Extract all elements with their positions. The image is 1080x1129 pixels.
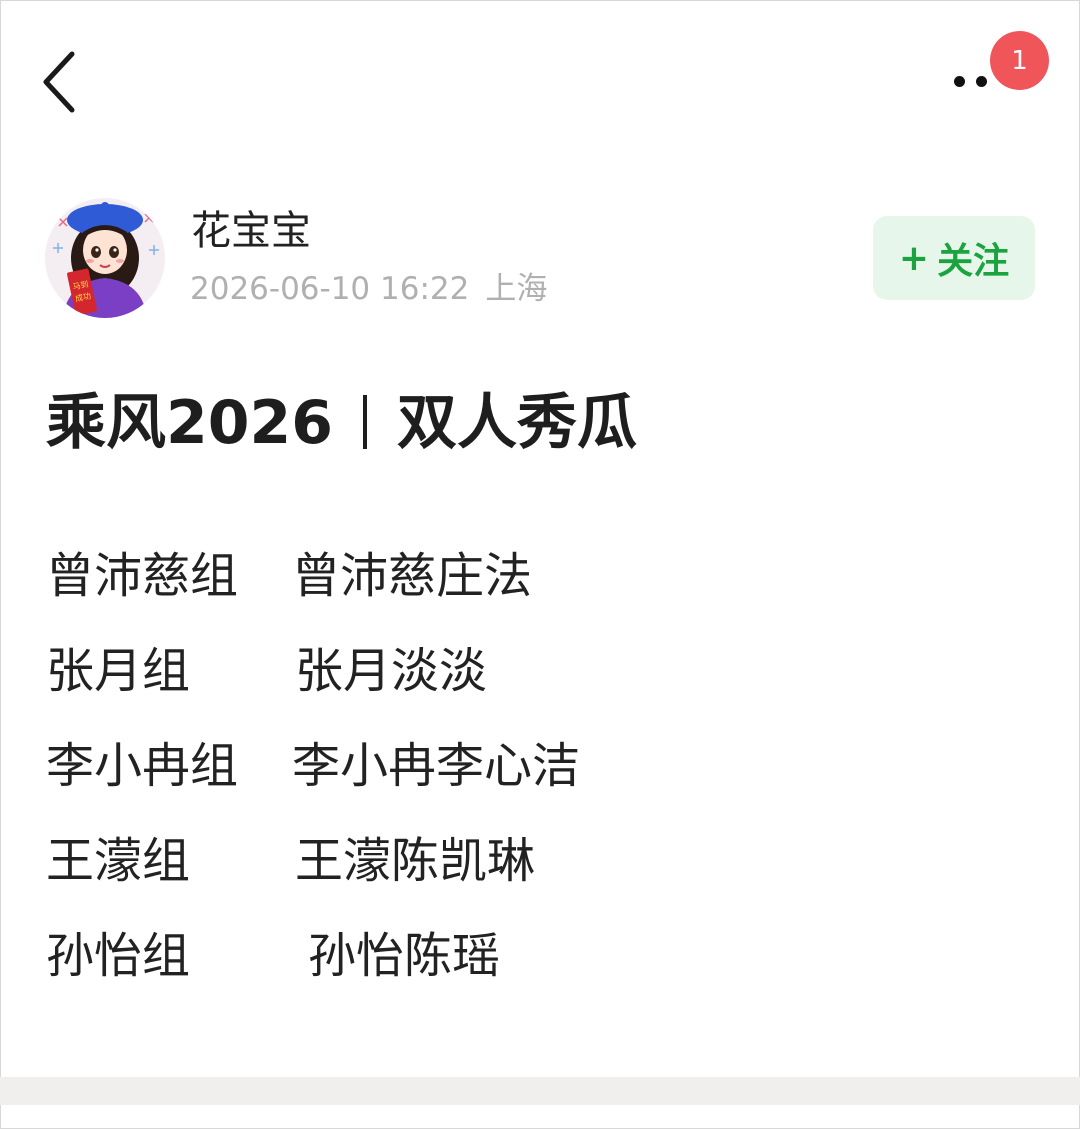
- notification-badge: 1: [990, 31, 1049, 90]
- row-group-label: 王濛组: [46, 833, 191, 889]
- post-title-left: 乘风2026: [46, 388, 333, 458]
- back-button[interactable]: [30, 44, 90, 120]
- row-group-label: 曾沛慈组: [46, 548, 239, 604]
- row-members: 李小冉李心洁: [292, 738, 581, 794]
- avatar[interactable]: 马到 成功: [45, 198, 165, 318]
- row-members: 孙怡陈瑶: [308, 928, 501, 984]
- post-date: 2026-06-10 16:22: [190, 271, 470, 307]
- post-meta: 2026-06-10 16:22 上海: [190, 268, 547, 310]
- follow-label: 关注: [937, 241, 1010, 282]
- follow-button[interactable]: + 关注: [873, 216, 1035, 300]
- post-title-right: 双人秀瓜: [397, 388, 637, 458]
- row-members: 张月淡淡: [295, 643, 488, 699]
- post-title: 乘风2026 双人秀瓜: [46, 388, 637, 458]
- row-group-label: 孙怡组: [46, 928, 191, 984]
- chevron-left-icon: [43, 51, 75, 113]
- row-group-label: 张月组: [46, 643, 191, 699]
- row-members: 曾沛慈庄法: [292, 548, 533, 604]
- title-divider: [363, 395, 367, 449]
- more-icon: [954, 76, 965, 87]
- row-group-label: 李小冉组: [46, 738, 239, 794]
- row-members: 王濛陈凯琳: [295, 833, 536, 889]
- avatar-image: 马到 成功: [45, 198, 165, 318]
- section-divider: [0, 1077, 1080, 1105]
- plus-icon: +: [898, 237, 930, 279]
- author-name[interactable]: 花宝宝: [191, 205, 311, 257]
- post-location: 上海: [485, 271, 548, 307]
- more-icon-dot: [976, 76, 987, 87]
